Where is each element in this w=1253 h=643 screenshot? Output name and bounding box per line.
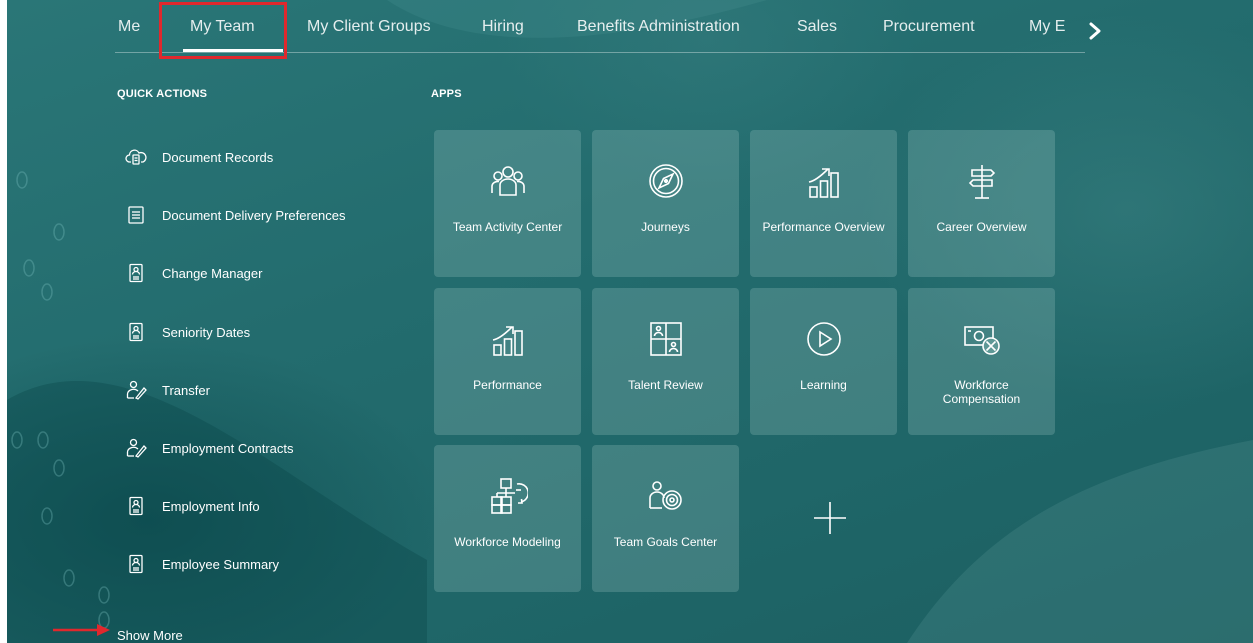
document-list-icon	[125, 204, 147, 226]
team-icon	[490, 166, 525, 196]
app-tile-team-goals-center[interactable]: Team Goals Center	[592, 445, 739, 592]
quick-action-document-delivery-preferences[interactable]: Document Delivery Preferences	[125, 202, 385, 228]
app-tile-label: Team Activity Center	[452, 220, 563, 234]
app-tile-workforce-modeling[interactable]: Workforce Modeling	[434, 445, 581, 592]
app-tile-label: Learning	[800, 378, 847, 392]
tab-my-e[interactable]: My E	[1029, 18, 1065, 36]
app-tile-label: Workforce Modeling	[454, 535, 561, 549]
tab-sales[interactable]: Sales	[797, 18, 837, 36]
app-tile-career-overview[interactable]: Career Overview	[908, 130, 1055, 277]
play-circle-icon	[806, 322, 841, 356]
goals-target-icon	[648, 481, 682, 510]
app-tile-label: Talent Review	[628, 378, 703, 392]
app-tile-performance-overview[interactable]: Performance Overview	[750, 130, 897, 277]
tab-my-client-groups[interactable]: My Client Groups	[307, 18, 431, 36]
quick-action-employment-contracts[interactable]: Employment Contracts	[125, 435, 385, 461]
quick-action-label: Employee Summary	[162, 556, 280, 572]
apps-title: APPS	[431, 88, 462, 100]
tab-me[interactable]: Me	[118, 18, 140, 36]
quick-action-change-manager[interactable]: Change Manager	[125, 260, 385, 286]
app-tile-label: Journeys	[641, 220, 690, 234]
quick-action-document-records[interactable]: Document Records	[125, 144, 385, 170]
talent-grid-icon	[649, 322, 682, 356]
app-tile-journeys[interactable]: Journeys	[592, 130, 739, 277]
app-tile-label: Career Overview	[936, 220, 1027, 234]
app-tile-learning[interactable]: Learning	[750, 288, 897, 435]
org-model-icon	[490, 478, 528, 514]
quick-action-label: Document Records	[162, 149, 274, 165]
quick-actions-title: QUICK ACTIONS	[117, 88, 208, 100]
springboard: Me My Team My Client Groups Hiring Benef…	[7, 0, 1253, 643]
cloud-document-icon	[125, 146, 147, 168]
app-tile-performance[interactable]: Performance	[434, 288, 581, 435]
person-badge-icon	[125, 495, 147, 517]
app-tile-label: Team Goals Center	[613, 535, 718, 549]
annotation-highlight-box	[159, 2, 287, 59]
app-tile-label: Performance	[473, 378, 542, 392]
person-badge-icon	[125, 262, 147, 284]
quick-action-label: Transfer	[162, 382, 210, 398]
person-transfer-icon	[125, 437, 147, 459]
annotation-arrow-icon	[53, 624, 110, 636]
chevron-right-icon[interactable]	[1085, 19, 1105, 43]
quick-action-employment-info[interactable]: Employment Info	[125, 493, 385, 519]
growth-chart-icon	[492, 326, 523, 356]
show-more-link[interactable]: Show More	[117, 628, 183, 643]
quick-action-employee-summary[interactable]: Employee Summary	[125, 551, 385, 577]
quick-action-transfer[interactable]: Transfer	[125, 377, 385, 403]
quick-action-label: Change Manager	[162, 265, 263, 281]
signpost-icon	[968, 165, 995, 199]
app-tile-label: Workforce Compensation	[942, 378, 1021, 406]
person-transfer-icon	[125, 379, 147, 401]
money-icon	[963, 326, 1000, 355]
tab-benefits-administration[interactable]: Benefits Administration	[577, 18, 740, 36]
quick-action-label: Seniority Dates	[162, 324, 251, 340]
plus-icon	[814, 502, 846, 534]
growth-chart-icon	[808, 168, 839, 198]
quick-action-label: Employment Info	[162, 498, 260, 514]
app-tile-workforce-compensation[interactable]: Workforce Compensation	[908, 288, 1055, 435]
top-navigation: Me My Team My Client Groups Hiring Benef…	[7, 0, 1253, 62]
app-tile-talent-review[interactable]: Talent Review	[592, 288, 739, 435]
compass-icon	[648, 164, 683, 198]
quick-action-label: Employment Contracts	[162, 440, 294, 456]
person-badge-icon	[125, 553, 147, 575]
add-app-button[interactable]	[757, 445, 904, 592]
app-tile-label: Performance Overview	[762, 220, 885, 234]
tab-procurement[interactable]: Procurement	[883, 18, 975, 36]
quick-action-label: Document Delivery Preferences	[162, 207, 346, 223]
app-tile-team-activity-center[interactable]: Team Activity Center	[434, 130, 581, 277]
tab-hiring[interactable]: Hiring	[482, 18, 524, 36]
quick-action-seniority-dates[interactable]: Seniority Dates	[125, 319, 385, 345]
person-badge-icon	[125, 321, 147, 343]
